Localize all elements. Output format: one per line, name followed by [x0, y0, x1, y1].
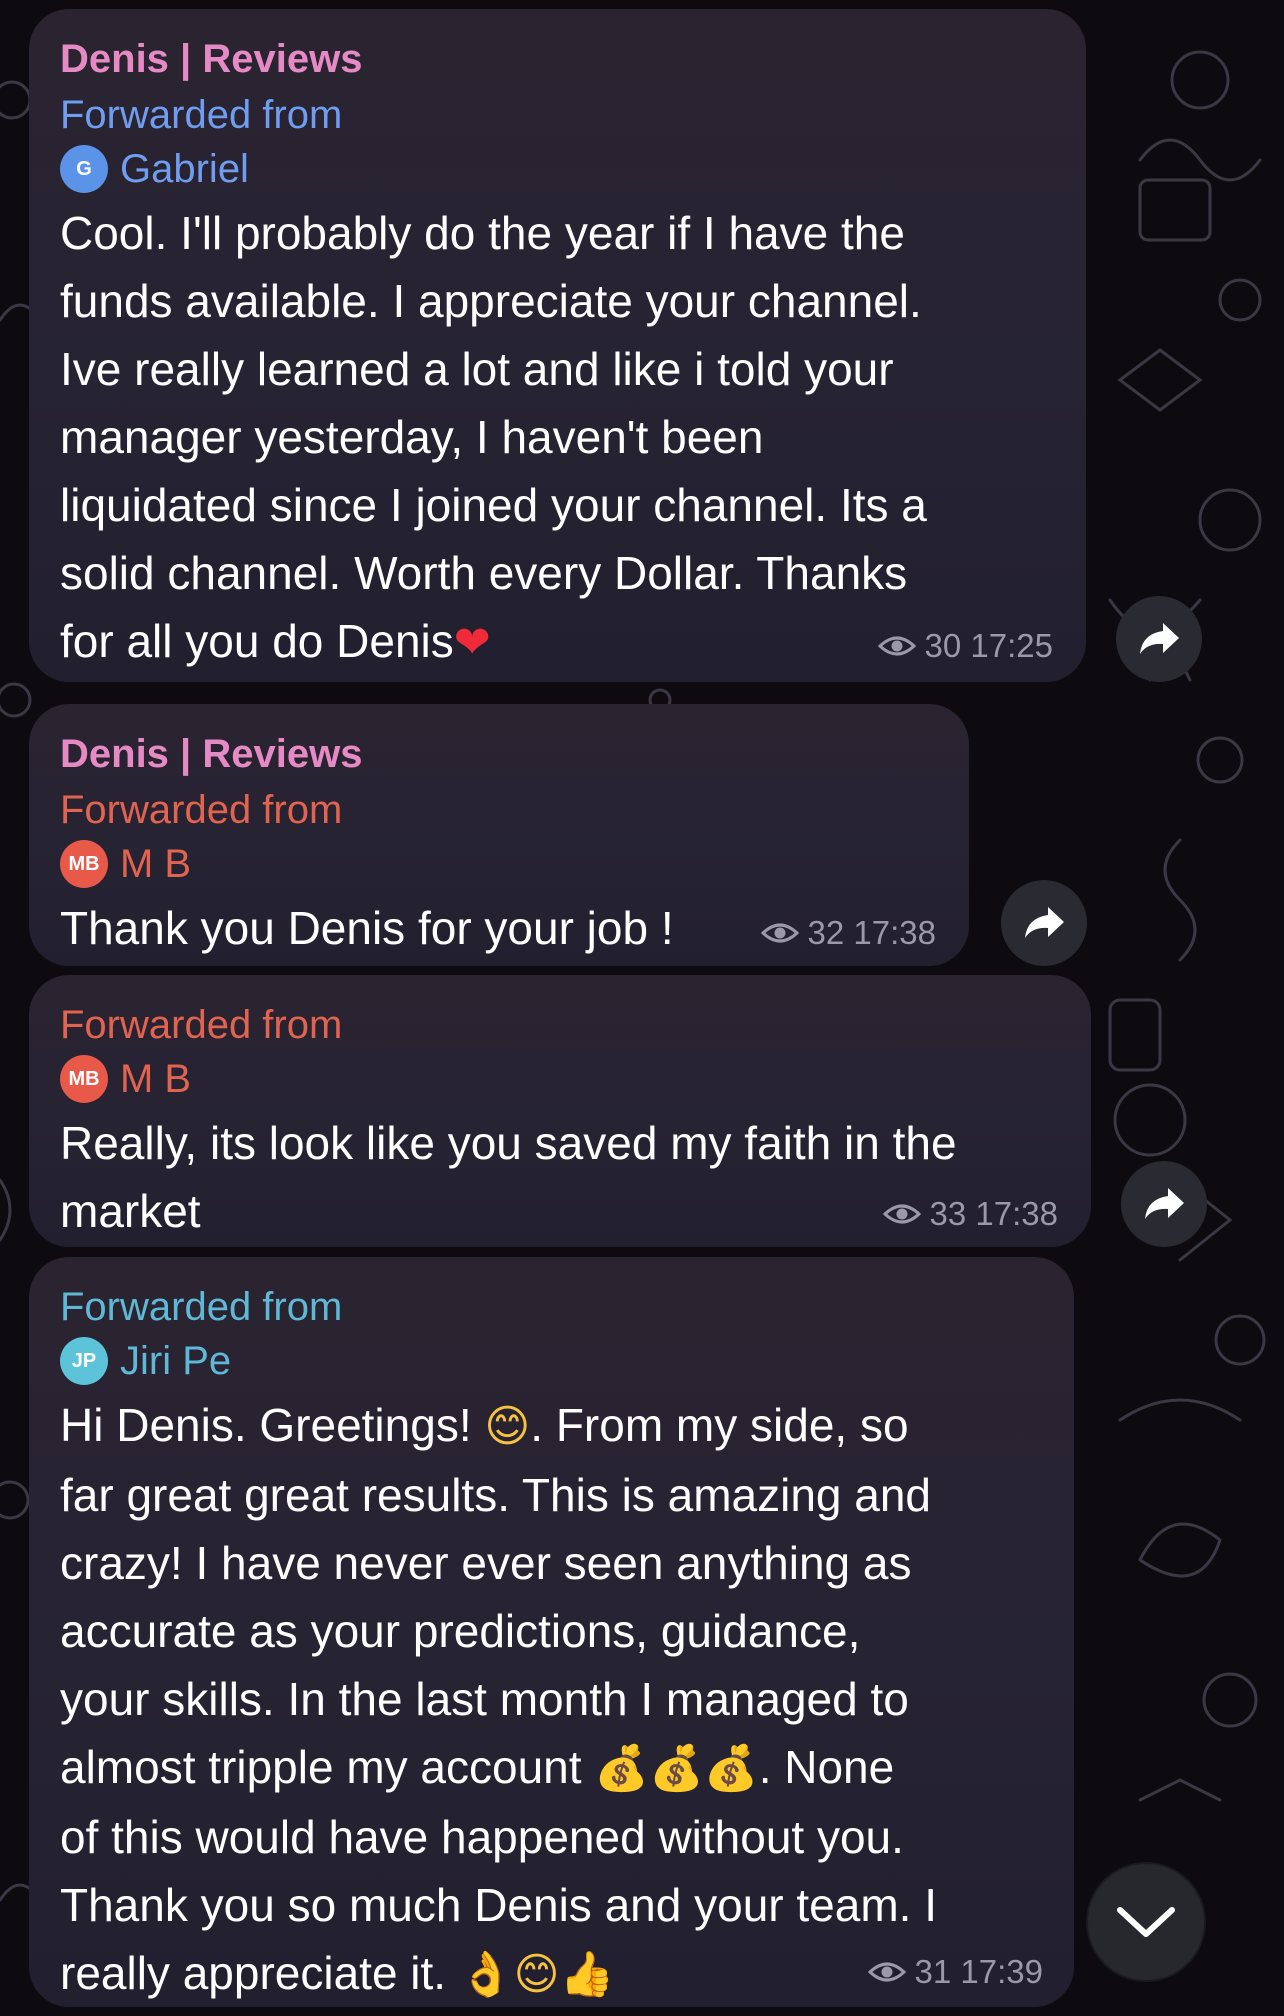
eye-icon	[760, 923, 799, 943]
avatar[interactable]: JP	[60, 1337, 108, 1385]
share-button[interactable]	[1001, 880, 1087, 966]
message-meta: 30 17:25	[877, 627, 1053, 665]
money-bag-emoji: 💰💰💰	[594, 1743, 759, 1794]
message-line: Thank you so much Denis and your team. I	[60, 1879, 937, 1931]
message-line: Really, its look like you saved my faith…	[60, 1117, 957, 1169]
channel-name[interactable]: Denis | Reviews	[60, 31, 1056, 87]
forwarded-from-label: Forwarded from	[60, 1285, 343, 1329]
eye-icon	[867, 1962, 906, 1982]
avatar[interactable]: MB	[60, 1055, 108, 1103]
message-line: liquidated since I joined your channel. …	[60, 479, 927, 531]
share-arrow-icon	[1025, 907, 1064, 938]
message-bubble-3[interactable]: Forwarded from MB M B Really, its look l…	[29, 975, 1091, 1247]
message-line: solid channel. Worth every Dollar. Thank…	[60, 547, 908, 599]
forwarded-user-name[interactable]: Gabriel	[120, 143, 249, 195]
share-arrow-icon	[1145, 1188, 1184, 1219]
share-button[interactable]	[1116, 596, 1202, 682]
forwarded-user[interactable]: JP Jiri Pe	[60, 1335, 1044, 1387]
message-bubble-2[interactable]: Denis | Reviews Forwarded from MB M B Th…	[29, 704, 969, 966]
red-heart-emoji: ❤	[453, 617, 491, 668]
ok-hand-smile-thumbs-up-emoji: 👌😊👍	[458, 1949, 615, 2000]
forwarded-user-name[interactable]: Jiri Pe	[120, 1335, 231, 1387]
avatar[interactable]: MB	[60, 840, 108, 888]
view-count: 32	[807, 914, 845, 951]
message-line: Ive really learned a lot and like i told…	[60, 343, 894, 395]
message-line: far great great results. This is amazing…	[60, 1469, 932, 1521]
forwarded-user[interactable]: G Gabriel	[60, 143, 1056, 195]
text-segment: almost tripple my account	[60, 1741, 595, 1793]
forwarded-user-name[interactable]: M B	[120, 1053, 191, 1105]
message-line: Cool. I'll probably do the year if I hav…	[60, 207, 905, 259]
message-line: for all you do Denis	[60, 615, 454, 667]
share-button[interactable]	[1121, 1161, 1207, 1247]
message-line: funds available. I appreciate your chann…	[60, 275, 922, 327]
message-time: 17:38	[853, 914, 936, 951]
message-time: 17:25	[970, 627, 1053, 664]
message-line: crazy! I have never ever seen anything a…	[60, 1537, 912, 1589]
text-segment: . None	[758, 1741, 895, 1793]
text-segment: really appreciate it.	[60, 1947, 459, 1999]
message-bubble-1[interactable]: Denis | Reviews Forwarded from G Gabriel…	[29, 9, 1086, 682]
forwarded-from-label: Forwarded from	[60, 788, 343, 832]
message-meta: 33 17:38	[882, 1195, 1058, 1233]
eye-icon	[877, 636, 916, 656]
message-meta: 31 17:39	[867, 1953, 1043, 1991]
view-count: 33	[929, 1195, 967, 1232]
message-line: your skills. In the last month I managed…	[60, 1673, 909, 1725]
forwarded-from-label: Forwarded from	[60, 93, 343, 137]
text-segment: Hi Denis. Greetings!	[60, 1399, 485, 1451]
scroll-to-bottom-button[interactable]	[1088, 1864, 1204, 1980]
smiling-face-emoji: 😊	[484, 1401, 531, 1452]
message-time: 17:39	[960, 1953, 1043, 1990]
message-bubble-4[interactable]: Forwarded from JP Jiri Pe Hi Denis. Gree…	[29, 1257, 1074, 2007]
message-line: accurate as your predictions, guidance,	[60, 1605, 861, 1657]
text-segment: . From my side, so	[530, 1399, 909, 1451]
view-count: 31	[914, 1953, 952, 1990]
chevron-down-icon	[1117, 1907, 1175, 1937]
message-time: 17:38	[975, 1195, 1058, 1232]
message-line: almost tripple my account 💰💰💰. None	[60, 1733, 1044, 1803]
eye-icon	[882, 1204, 921, 1224]
forwarded-from-label: Forwarded from	[60, 1003, 343, 1047]
message-text: Cool. I'll probably do the year if I hav…	[60, 199, 1056, 677]
forwarded-user[interactable]: MB M B	[60, 1053, 1061, 1105]
share-arrow-icon	[1140, 623, 1179, 654]
message-meta: 32 17:38	[760, 914, 936, 952]
forwarded-user[interactable]: MB M B	[60, 838, 939, 890]
avatar[interactable]: G	[60, 145, 108, 193]
message-text: Hi Denis. Greetings! 😊. From my side, so…	[60, 1391, 1044, 2009]
forwarded-user-name[interactable]: M B	[120, 838, 191, 890]
message-line: manager yesterday, I haven't been	[60, 411, 764, 463]
message-line: Hi Denis. Greetings! 😊. From my side, so	[60, 1391, 1044, 1461]
view-count: 30	[924, 627, 962, 664]
message-line: of this would have happened without you.	[60, 1811, 904, 1863]
channel-name[interactable]: Denis | Reviews	[60, 726, 939, 782]
